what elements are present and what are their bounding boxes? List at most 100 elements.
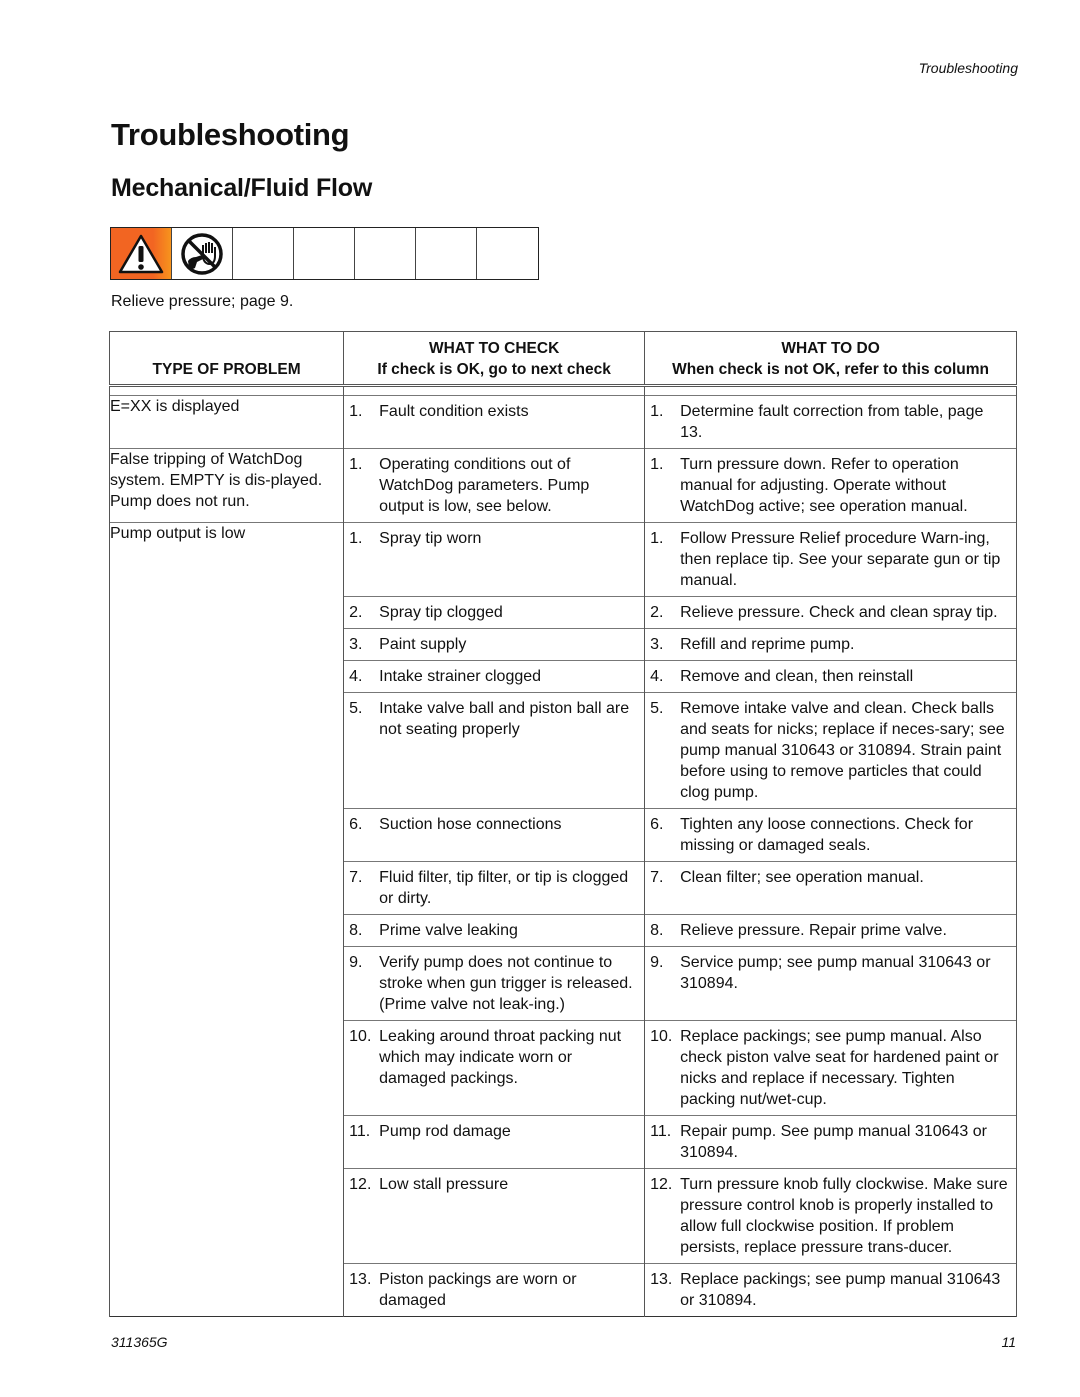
- action-number: 12.: [650, 1176, 673, 1193]
- check-text: Fault condition exists: [379, 403, 529, 420]
- action-text: Refill and reprime pump.: [680, 636, 855, 653]
- action-text: Relieve pressure. Repair prime valve.: [680, 922, 947, 939]
- check-text: Verify pump does not continue to stroke …: [379, 954, 633, 1013]
- check-number: 10.: [349, 1028, 372, 1045]
- check-number: 3.: [349, 636, 363, 653]
- action-cell: 13. Replace packings; see pump manual 310…: [644, 1263, 1017, 1317]
- check-number: 13.: [349, 1271, 372, 1288]
- action-cell: 12. Turn pressure knob fully clockwise. M…: [644, 1168, 1017, 1264]
- check-text: Leaking around throat packing nut which …: [379, 1028, 622, 1087]
- check-text: Intake strainer clogged: [379, 668, 542, 685]
- document-number: 311365G: [111, 1334, 168, 1350]
- action-number: 1.: [650, 403, 664, 420]
- action-text: Service pump; see pump manual 310643 or …: [680, 954, 991, 992]
- check-cell: 6. Suction hose connections: [343, 808, 646, 862]
- action-number: 13.: [650, 1271, 673, 1288]
- action-number: 5.: [650, 700, 664, 717]
- action-number: 4.: [650, 668, 664, 685]
- action-number: 9.: [650, 954, 664, 971]
- action-text: Replace packings; see pump manual 310643…: [680, 1271, 1001, 1309]
- action-text: Relieve pressure. Check and clean spray …: [680, 604, 998, 621]
- check-cell: 11. Pump rod damage: [343, 1115, 646, 1169]
- action-number: 3.: [650, 636, 664, 653]
- action-cell: 7. Clean filter; see operation manual.: [644, 861, 1017, 915]
- action-text: Repair pump. See pump manual 310643 or 3…: [680, 1123, 987, 1161]
- empty-icon-cell: [477, 228, 538, 279]
- check-cell: 9. Verify pump does not continue to strok…: [343, 946, 646, 1021]
- action-number: 1.: [650, 530, 664, 547]
- check-number: 4.: [349, 668, 363, 685]
- empty-icon-cell: [294, 228, 355, 279]
- troubleshooting-table: TYPE OF PROBLEM WHAT TO CHECK If check i…: [108, 331, 1017, 1317]
- action-cell: 1. Determine fault correction from table,…: [644, 395, 1017, 449]
- section-title: Mechanical/Fluid Flow: [111, 174, 373, 202]
- header-type-of-problem: TYPE OF PROBLEM: [108, 331, 345, 387]
- check-cell: 1. Fault condition exists: [343, 395, 646, 449]
- action-number: 11.: [650, 1123, 672, 1140]
- problem-cell: E=XX is displayed: [108, 395, 345, 449]
- check-number: 1.: [349, 456, 363, 473]
- action-cell: 6. Tighten any loose connections. Check f…: [644, 808, 1017, 862]
- check-cell: 7. Fluid filter, tip filter, or tip is cl…: [343, 861, 646, 915]
- action-cell: 9. Service pump; see pump manual 310643 o…: [644, 946, 1017, 1021]
- check-cell: 3. Paint supply: [343, 628, 646, 661]
- action-text: Remove intake valve and clean. Check bal…: [680, 700, 1005, 801]
- check-text: Pump rod damage: [379, 1123, 511, 1140]
- check-text: Fluid filter, tip filter, or tip is clog…: [379, 869, 629, 907]
- action-text: Turn pressure knob fully clockwise. Make…: [680, 1176, 1008, 1256]
- action-cell: 1. Turn pressure down. Refer to operation…: [644, 448, 1017, 523]
- action-text: Remove and clean, then reinstall: [680, 668, 914, 685]
- table-row: Pump output is low 1. Spray tip worn 1. Foll…: [108, 522, 1017, 1317]
- empty-icon-cell: [416, 228, 477, 279]
- empty-icon-cell: [233, 228, 294, 279]
- header-what-to-check: WHAT TO CHECK If check is OK, go to next…: [343, 331, 646, 387]
- action-text: Replace packings; see pump manual. Also …: [680, 1028, 999, 1108]
- check-number: 8.: [349, 922, 363, 939]
- action-text: Clean filter; see operation manual.: [680, 869, 924, 886]
- check-cell: 1. Operating conditions out of WatchDog p…: [343, 448, 646, 523]
- action-text: Turn pressure down. Refer to operation m…: [680, 456, 968, 515]
- action-cell: 5. Remove intake valve and clean. Check b…: [644, 692, 1017, 809]
- problem-cell: False tripping of WatchDog system. EMPTY…: [108, 448, 345, 523]
- safety-icon-strip: [110, 227, 539, 280]
- table-row: E=XX is displayed 1. Fault condition exist…: [108, 395, 1017, 449]
- action-cell: 11. Repair pump. See pump manual 310643 o…: [644, 1115, 1017, 1169]
- check-cell: 1. Spray tip worn: [343, 522, 646, 597]
- check-text: Spray tip worn: [379, 530, 482, 547]
- check-text: Prime valve leaking: [379, 922, 518, 939]
- check-text: Piston packings are worn or damaged: [379, 1271, 577, 1309]
- action-number: 6.: [650, 816, 664, 833]
- action-number: 2.: [650, 604, 664, 621]
- action-cell: 1. Follow Pressure Relief procedure Warn-…: [644, 522, 1017, 597]
- action-number: 10.: [650, 1028, 673, 1045]
- action-text: Tighten any loose connections. Check for…: [680, 816, 974, 854]
- page-number: 11: [1001, 1334, 1016, 1350]
- warning-triangle-icon: [111, 228, 172, 279]
- action-cell: 3. Refill and reprime pump.: [644, 628, 1017, 661]
- check-text: Paint supply: [379, 636, 467, 653]
- table-header-row: TYPE OF PROBLEM WHAT TO CHECK If check i…: [108, 331, 1017, 387]
- action-number: 1.: [650, 456, 664, 473]
- check-cell: 13. Piston packings are worn or damaged: [343, 1263, 646, 1317]
- running-header: Troubleshooting: [918, 60, 1018, 76]
- check-number: 7.: [349, 869, 363, 886]
- check-number: 1.: [349, 530, 363, 547]
- check-number: 2.: [349, 604, 363, 621]
- action-cell: 8. Relieve pressure. Repair prime valve.: [644, 914, 1017, 947]
- check-number: 5.: [349, 700, 363, 717]
- action-cell: 4. Remove and clean, then reinstall: [644, 660, 1017, 693]
- page-title: Troubleshooting: [111, 117, 350, 152]
- relieve-pressure-note: Relieve pressure; page 9.: [111, 293, 294, 310]
- check-number: 6.: [349, 816, 363, 833]
- empty-icon-cell: [355, 228, 416, 279]
- check-cell: 2. Spray tip clogged: [343, 596, 646, 629]
- check-text: Spray tip clogged: [379, 604, 503, 621]
- check-text: Suction hose connections: [379, 816, 562, 833]
- no-hand-spray-icon: [172, 228, 233, 279]
- check-cell: 12. Low stall pressure: [343, 1168, 646, 1264]
- problem-cell: Pump output is low: [108, 522, 345, 1317]
- check-number: 12.: [349, 1176, 372, 1193]
- check-cell: 4. Intake strainer clogged: [343, 660, 646, 693]
- table-row: False tripping of WatchDog system. EMPTY…: [108, 448, 1017, 523]
- check-cell: 8. Prime valve leaking: [343, 914, 646, 947]
